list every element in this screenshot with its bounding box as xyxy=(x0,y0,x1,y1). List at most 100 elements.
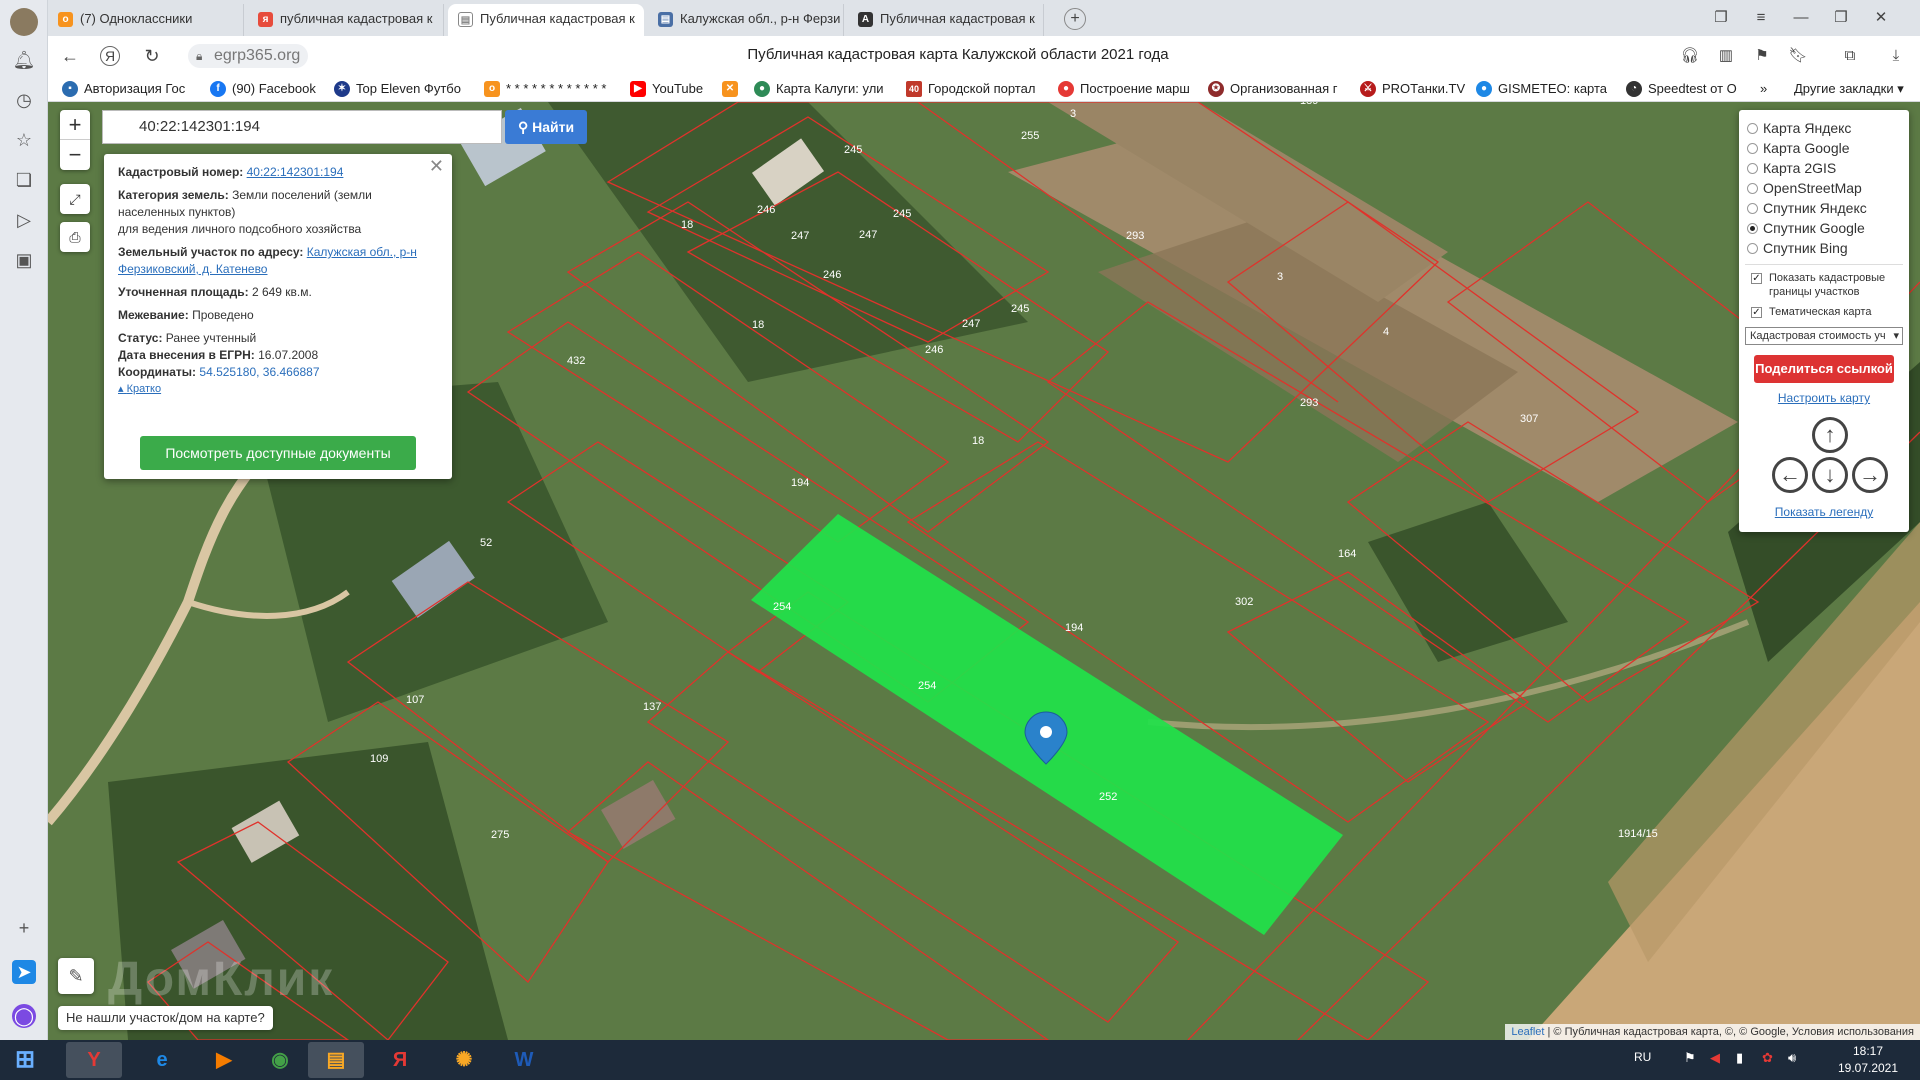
layer-option-selected[interactable]: Спутник Google xyxy=(1745,218,1903,238)
bookmark-protanki[interactable]: ⚔ PROТанки.TV xyxy=(1360,80,1465,98)
url-field[interactable]: 🔒︎ egrp365.org xyxy=(188,44,309,68)
clock[interactable]: 18:17 19.07.2021 xyxy=(1828,1043,1908,1077)
collections-icon[interactable]: ⧉ xyxy=(1838,44,1862,68)
not-found-button[interactable]: Не нашли участок/дом на карте? xyxy=(58,1006,273,1030)
search-button[interactable]: ⚲ Найти xyxy=(505,110,587,144)
bell-icon[interactable]: 🔔︎ xyxy=(12,48,36,72)
bookmarks-overflow-button[interactable]: » xyxy=(1760,80,1767,98)
star-icon[interactable]: ☆ xyxy=(12,128,36,152)
bookmark-icon[interactable]: 🔖︎ xyxy=(1786,44,1810,68)
tray-app-icon[interactable]: ✿ xyxy=(1762,1050,1773,1066)
play-icon[interactable]: ▷ xyxy=(12,208,36,232)
bookmark-close[interactable]: ✕ xyxy=(722,80,744,98)
coordinates-link[interactable]: 54.525180, 36.466887 xyxy=(199,365,319,379)
layer-option[interactable]: Спутник Яндекс xyxy=(1745,198,1903,218)
show-borders-checkbox[interactable]: ✓ Показать кадастровые границы участков xyxy=(1745,271,1903,299)
media-player-taskbar-button[interactable]: ▶ xyxy=(196,1042,252,1078)
history-icon[interactable]: ◷ xyxy=(12,88,36,112)
other-bookmarks-button[interactable]: Другие закладки ▾ xyxy=(1794,80,1904,98)
ruler-icon[interactable]: ✎ xyxy=(58,958,94,994)
collections-icon[interactable]: ❏ xyxy=(12,168,36,192)
bookmark-youtube[interactable]: ▶ YouTube xyxy=(630,80,703,98)
headphones-icon[interactable]: 🎧︎ xyxy=(1678,44,1702,68)
bookmark-ok[interactable]: о * * * * * * * * * * * * xyxy=(484,80,606,98)
layer-option[interactable]: Карта Google xyxy=(1745,138,1903,158)
view-documents-button[interactable]: Посмотреть доступные документы xyxy=(140,436,416,470)
yandex-button[interactable]: Я xyxy=(100,46,120,66)
tab-kaluga-region[interactable]: ▤ Калужская обл., р-н Ферзи xyxy=(648,4,844,36)
arrow-right-icon[interactable]: → xyxy=(1852,457,1888,493)
search-icon: ⚲ xyxy=(517,119,529,135)
flag-icon: ▪ xyxy=(62,81,78,97)
category-row: Категория земель: Земли поселений (земли… xyxy=(118,187,438,238)
reload-icon[interactable]: ↻ xyxy=(140,44,164,68)
arrow-down-icon[interactable]: ↓ xyxy=(1812,457,1848,493)
close-icon[interactable]: ✕ xyxy=(429,157,444,175)
parcel-number-label: 245 xyxy=(893,208,911,220)
bookmark-route[interactable]: ● Построение марш xyxy=(1058,80,1190,98)
layer-option[interactable]: Карта Яндекс xyxy=(1745,118,1903,138)
fullscreen-icon[interactable]: ⤢ xyxy=(60,184,90,214)
cadastral-number-link[interactable]: 40:22:142301:194 xyxy=(247,165,344,179)
bookmark-gismeteo[interactable]: ● GISMETEO: карта xyxy=(1476,80,1607,98)
yandex-taskbar-button[interactable]: Я xyxy=(372,1042,428,1078)
explorer-taskbar-button[interactable]: ▤ xyxy=(308,1042,364,1078)
back-arrow-icon[interactable]: ← xyxy=(58,44,82,68)
thematic-select[interactable]: Кадастровая стоимость уч ▾ xyxy=(1745,327,1903,345)
bookmark-kaluga-map[interactable]: ● Карта Калуги: ули xyxy=(754,80,884,98)
tab-cadastral-map-active[interactable]: ▤ Публичная кадастровая к xyxy=(448,4,644,36)
bookmark-top-eleven[interactable]: ✶ Top Eleven Футбо xyxy=(334,80,461,98)
tray-network-icon[interactable]: ▮ xyxy=(1736,1050,1743,1066)
print-icon[interactable]: ⎙ xyxy=(60,222,90,252)
notes-icon[interactable]: ▣ xyxy=(12,248,36,272)
thematic-map-checkbox[interactable]: ✓ Тематическая карта xyxy=(1745,305,1903,319)
bookmark-facebook[interactable]: f (90) Facebook xyxy=(210,80,316,98)
maximize-button[interactable]: ❐ xyxy=(1828,6,1854,30)
layer-option[interactable]: Спутник Bing xyxy=(1745,238,1903,258)
brief-link[interactable]: ▴ Кратко xyxy=(118,381,438,398)
bookmark-gosuslugi[interactable]: ▪ Авторизация Гос xyxy=(62,80,185,98)
volume-icon[interactable]: 🔊︎ xyxy=(1788,1050,1796,1066)
arrow-up-icon[interactable]: ↑ xyxy=(1812,417,1848,453)
select-value: Кадастровая стоимость уч xyxy=(1750,330,1886,342)
start-button[interactable]: ⊞ xyxy=(0,1042,50,1078)
menu-icon[interactable]: ≡ xyxy=(1748,6,1774,30)
download-icon[interactable]: ⤓ xyxy=(1884,44,1908,68)
close-window-button[interactable]: ✕ xyxy=(1868,6,1894,30)
tab-yandex-search[interactable]: я публичная кадастровая к xyxy=(248,4,444,36)
leaflet-link[interactable]: Leaflet xyxy=(1511,1026,1544,1038)
layer-option[interactable]: Карта 2GIS xyxy=(1745,158,1903,178)
tray-antivirus-icon[interactable]: ◀ xyxy=(1710,1050,1720,1066)
share-link-button[interactable]: Поделиться ссылкой xyxy=(1754,355,1894,383)
reader-icon[interactable]: ▥ xyxy=(1714,44,1738,68)
minimize-button[interactable]: — xyxy=(1788,6,1814,30)
alice-icon[interactable]: ◯ xyxy=(12,1004,36,1028)
extension-icon[interactable]: ⚑ xyxy=(1750,44,1774,68)
arrow-left-icon[interactable]: ← xyxy=(1772,457,1808,493)
zoom-out-button[interactable]: − xyxy=(60,140,90,170)
messenger-icon[interactable]: ➤ xyxy=(12,960,36,984)
tray-flag-icon[interactable]: ⚑ xyxy=(1684,1050,1696,1066)
word-taskbar-button[interactable]: W xyxy=(496,1042,552,1078)
bookmark-city-portal[interactable]: 40 Городской портал xyxy=(906,80,1035,98)
tab-odnoklassniki[interactable]: о (7) Одноклассники xyxy=(48,4,244,36)
bookmark-manager-icon[interactable]: ❐ xyxy=(1708,6,1734,30)
zoom-in-button[interactable]: + xyxy=(60,110,90,140)
parcel-number-label: 247 xyxy=(791,230,809,242)
bookmark-organized[interactable]: ✪ Организованная г xyxy=(1208,80,1338,98)
chrome-taskbar-button[interactable]: ◉ xyxy=(252,1042,308,1078)
language-indicator[interactable]: RU xyxy=(1634,1050,1651,1064)
app-sun-taskbar-button[interactable]: ✺ xyxy=(436,1042,492,1078)
bookmark-speedtest[interactable]: ◔ Speedtest от O xyxy=(1626,80,1737,98)
add-panel-icon[interactable]: + xyxy=(12,916,36,940)
cadastral-search-input[interactable]: 40:22:142301:194 xyxy=(102,110,502,144)
new-tab-button[interactable]: + xyxy=(1064,8,1086,30)
yandex-browser-taskbar-button[interactable]: Y xyxy=(66,1042,122,1078)
map-canvas[interactable]: 245 255 3 189 247 245 246 18 247 293 3 18 246 245 247 2… xyxy=(48,102,1920,1040)
configure-map-link[interactable]: Настроить карту xyxy=(1745,391,1903,405)
tab-cadastral-map-2[interactable]: А Публичная кадастровая к xyxy=(848,4,1044,36)
internet-explorer-taskbar-button[interactable]: e xyxy=(134,1042,190,1078)
profile-avatar[interactable] xyxy=(10,8,38,36)
layer-option[interactable]: OpenStreetMap xyxy=(1745,178,1903,198)
show-legend-link[interactable]: Показать легенду xyxy=(1745,505,1903,519)
